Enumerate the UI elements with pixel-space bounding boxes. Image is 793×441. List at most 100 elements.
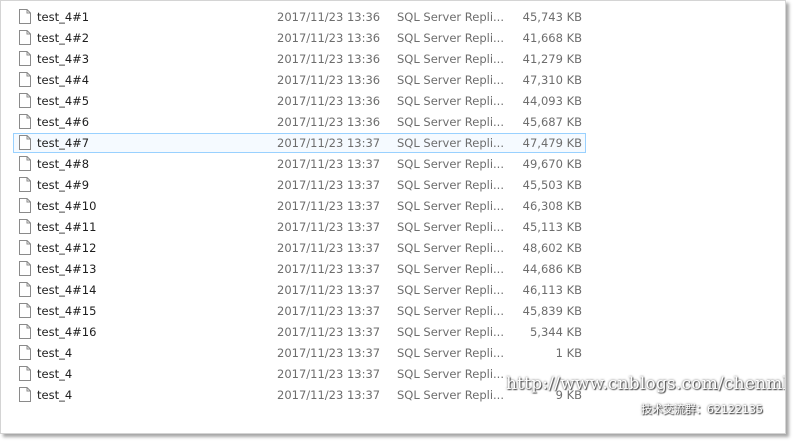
file-type: SQL Server Repli... — [397, 242, 504, 255]
file-name: test_4 — [37, 367, 73, 381]
file-size: 46,113 KB — [522, 283, 582, 297]
document-file-icon — [19, 51, 31, 66]
file-name: test_4#3 — [37, 52, 90, 66]
file-type: SQL Server Repli... — [397, 11, 504, 24]
file-row[interactable]: test_4#1 2017/11/23 13:36 SQL Server Repli… — [1, 7, 601, 28]
document-file-icon — [19, 240, 31, 255]
file-row[interactable]: test_4#2 2017/11/23 13:36 SQL Server Repli… — [1, 28, 601, 49]
file-row[interactable]: test_4#4 2017/11/23 13:36 SQL Server Repli… — [1, 70, 601, 91]
file-type: SQL Server Repli... — [397, 221, 504, 234]
document-file-icon — [19, 366, 31, 381]
file-row[interactable]: test_4#16 2017/11/23 13:37 SQL Server Repl… — [1, 322, 601, 343]
file-date-modified: 2017/11/23 13:36 — [277, 73, 381, 87]
file-list: test_4#1 2017/11/23 13:36 SQL Server Repli… — [1, 7, 601, 406]
document-file-icon — [19, 156, 31, 171]
document-file-icon — [19, 303, 31, 318]
file-size: 45,839 KB — [522, 304, 582, 318]
file-type: SQL Server Repli... — [397, 305, 504, 318]
file-type: SQL Server Repli... — [397, 158, 504, 171]
document-file-icon — [19, 177, 31, 192]
file-row[interactable]: test_4#6 2017/11/23 13:36 SQL Server Repli… — [1, 112, 601, 133]
file-date-modified: 2017/11/23 13:36 — [277, 115, 381, 129]
file-name: test_4#10 — [37, 199, 97, 213]
file-size: 41,668 KB — [522, 31, 582, 45]
file-size: 1 KB — [555, 346, 582, 360]
file-date-modified: 2017/11/23 13:37 — [277, 388, 381, 402]
file-row[interactable]: test_4#14 2017/11/23 13:37 SQL Server Repl… — [1, 280, 601, 301]
document-file-icon — [19, 282, 31, 297]
file-row[interactable]: test_4#13 2017/11/23 13:37 SQL Server Repl… — [1, 259, 601, 280]
file-date-modified: 2017/11/23 13:37 — [277, 157, 381, 171]
file-name: test_4#2 — [37, 31, 90, 45]
file-size: 45,503 KB — [522, 178, 582, 192]
file-size: 44,093 KB — [522, 94, 582, 108]
file-name: test_4#11 — [37, 220, 97, 234]
file-date-modified: 2017/11/23 13:37 — [277, 283, 381, 297]
file-row[interactable]: test_4#8 2017/11/23 13:37 SQL Server Repli… — [1, 154, 601, 175]
file-date-modified: 2017/11/23 13:36 — [277, 52, 381, 66]
document-file-icon — [19, 219, 31, 234]
file-name: test_4#6 — [37, 115, 90, 129]
file-name: test_4#8 — [37, 157, 90, 171]
file-size: 48,602 KB — [522, 241, 582, 255]
file-row[interactable]: test_4#7 2017/11/23 13:37 SQL Server Repli… — [1, 133, 601, 154]
file-type: SQL Server Repli... — [397, 95, 504, 108]
file-date-modified: 2017/11/23 13:37 — [277, 220, 381, 234]
file-type: SQL Server Repli... — [397, 389, 504, 402]
document-file-icon — [19, 114, 31, 129]
document-file-icon — [19, 93, 31, 108]
file-name: test_4#15 — [37, 304, 97, 318]
file-name: test_4 — [37, 388, 73, 402]
file-type: SQL Server Repli... — [397, 284, 504, 297]
file-date-modified: 2017/11/23 13:36 — [277, 10, 381, 24]
file-type: SQL Server Repli... — [397, 179, 504, 192]
file-row[interactable]: test_4#5 2017/11/23 13:36 SQL Server Repli… — [1, 91, 601, 112]
document-file-icon — [19, 324, 31, 339]
file-date-modified: 2017/11/23 13:36 — [277, 94, 381, 108]
file-size: 45,687 KB — [522, 115, 582, 129]
file-date-modified: 2017/11/23 13:37 — [277, 136, 381, 150]
document-file-icon — [19, 30, 31, 45]
file-type: SQL Server Repli... — [397, 137, 504, 150]
file-row[interactable]: test_4#15 2017/11/23 13:37 SQL Server Repl… — [1, 301, 601, 322]
file-type: SQL Server Repli... — [397, 200, 504, 213]
file-type: SQL Server Repli... — [397, 347, 504, 360]
file-date-modified: 2017/11/23 13:37 — [277, 262, 381, 276]
file-size: 45,743 KB — [522, 10, 582, 24]
file-size: 5,344 KB — [529, 325, 582, 339]
file-date-modified: 2017/11/23 13:37 — [277, 304, 381, 318]
file-name: test_4#4 — [37, 73, 90, 87]
file-date-modified: 2017/11/23 13:37 — [277, 346, 381, 360]
file-size: 45,113 KB — [522, 220, 582, 234]
file-date-modified: 2017/11/23 13:37 — [277, 367, 381, 381]
document-file-icon — [19, 72, 31, 87]
file-row[interactable]: test_4#11 2017/11/23 13:37 SQL Server Repl… — [1, 217, 601, 238]
file-name: test_4#5 — [37, 94, 90, 108]
document-file-icon — [19, 9, 31, 24]
file-type: SQL Server Repli... — [397, 32, 504, 45]
file-explorer-window: test_4#1 2017/11/23 13:36 SQL Server Repli… — [0, 0, 786, 434]
file-type: SQL Server Repli... — [397, 263, 504, 276]
file-size: 47,310 KB — [522, 73, 582, 87]
file-row[interactable]: test_4#3 2017/11/23 13:36 SQL Server Repli… — [1, 49, 601, 70]
file-date-modified: 2017/11/23 13:37 — [277, 199, 381, 213]
file-name: test_4#16 — [37, 325, 97, 339]
file-size: 46,308 KB — [522, 199, 582, 213]
file-row[interactable]: test_4 2017/11/23 13:37 SQL Server Repli..… — [1, 343, 601, 364]
document-file-icon — [19, 345, 31, 360]
file-size: 49,670 KB — [522, 157, 582, 171]
file-row[interactable]: test_4#9 2017/11/23 13:37 SQL Server Repli… — [1, 175, 601, 196]
file-row[interactable]: test_4#12 2017/11/23 13:37 SQL Server Repl… — [1, 238, 601, 259]
document-file-icon — [19, 198, 31, 213]
watermark-url: http://www.cnblogs.com/chenmh/ — [506, 374, 786, 394]
file-row[interactable]: test_4#10 2017/11/23 13:37 SQL Server Repl… — [1, 196, 601, 217]
file-name: test_4#13 — [37, 262, 97, 276]
file-name: test_4#1 — [37, 10, 90, 24]
document-file-icon — [19, 387, 31, 402]
file-size: 41,279 KB — [522, 52, 582, 66]
file-type: SQL Server Repli... — [397, 326, 504, 339]
document-file-icon — [19, 135, 31, 150]
file-size: 44,686 KB — [522, 262, 582, 276]
document-file-icon — [19, 261, 31, 276]
file-type: SQL Server Repli... — [397, 53, 504, 66]
